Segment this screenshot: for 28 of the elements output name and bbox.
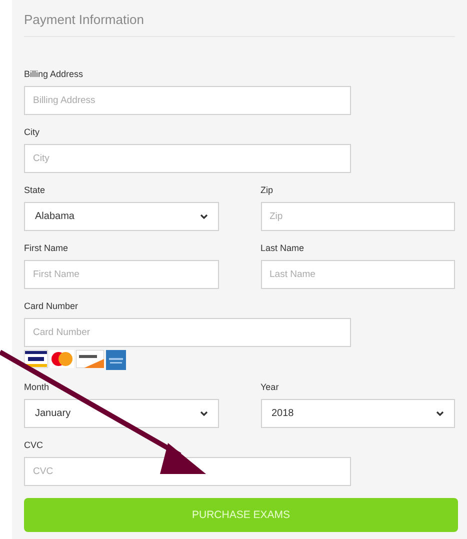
input-field[interactable]: Billing Address xyxy=(24,86,351,115)
input-field[interactable]: CVC xyxy=(24,457,351,486)
field-label: State xyxy=(24,185,46,196)
field-label: Last Name xyxy=(260,243,304,254)
chevron-down-icon xyxy=(200,214,208,220)
field-label: Card Number xyxy=(24,301,78,312)
card-icon xyxy=(106,350,126,370)
field-label: Year xyxy=(260,382,279,393)
card-icon xyxy=(24,350,48,368)
select-field[interactable]: Alabama xyxy=(24,202,218,231)
input-field[interactable]: Zip xyxy=(260,202,455,231)
field-label: First Name xyxy=(24,243,68,254)
input-field[interactable]: Card Number xyxy=(24,318,351,347)
card-icon xyxy=(50,350,74,368)
field-label: Month xyxy=(24,382,50,393)
chevron-down-icon xyxy=(436,410,444,416)
input-field[interactable]: City xyxy=(24,144,351,173)
select-field[interactable]: January xyxy=(24,399,218,428)
field-label: CVC xyxy=(24,440,44,451)
card-icon xyxy=(76,350,104,368)
field-label: City xyxy=(24,127,40,138)
field-label: Zip xyxy=(260,185,274,196)
field-label: Billing Address xyxy=(24,69,84,80)
input-field[interactable]: First Name xyxy=(24,260,218,289)
input-field[interactable]: Last Name xyxy=(260,260,455,289)
select-field[interactable]: 2018 xyxy=(260,399,455,428)
chevron-down-icon xyxy=(200,410,208,416)
section-title: Payment Information xyxy=(24,11,145,29)
